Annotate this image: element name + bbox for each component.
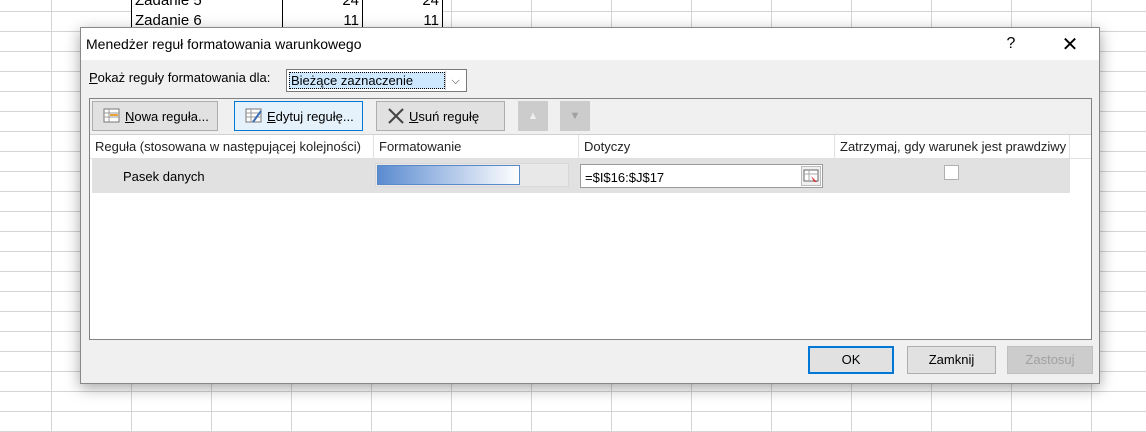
edit-rule-label: Edytuj regułę... [267, 109, 354, 124]
new-rule-icon [103, 107, 121, 125]
column-header-rule[interactable]: Reguła (stosowana w następującej kolejno… [90, 135, 373, 158]
dialog-titlebar[interactable]: Menedżer reguł formatowania warunkowego … [81, 28, 1099, 60]
show-rules-accel: P [89, 70, 98, 85]
delete-rule-button[interactable]: Usuń regułę [376, 101, 505, 131]
new-rule-text: owa reguła... [134, 108, 209, 124]
rule-row[interactable]: Pasek danych [92, 159, 1070, 193]
edit-rule-text: dytuj regułę... [275, 108, 354, 124]
column-header-applies-to[interactable]: Dotyczy [579, 135, 834, 158]
edit-rule-accel: E [267, 108, 276, 124]
show-rules-selected-value: Bieżące zaznaczenie [289, 72, 445, 89]
delete-rule-text: suń regułę [418, 108, 480, 124]
rules-toolbar: Nowa reguła... Edytuj regułę... Usuń reg… [90, 99, 1091, 135]
column-header-stop-if-true[interactable]: Zatrzymaj, gdy warunek jest prawdziwy [835, 135, 1070, 158]
delete-x-icon [387, 107, 405, 125]
new-rule-label: Nowa reguła... [125, 109, 209, 124]
new-rule-accel: N [125, 108, 135, 124]
format-preview [375, 163, 569, 187]
conditional-formatting-rules-manager-dialog: Menedżer reguł formatowania warunkowego … [80, 27, 1100, 384]
data-bar-preview [377, 165, 520, 185]
help-button[interactable]: ? [991, 30, 1031, 58]
column-divider[interactable] [1069, 135, 1070, 158]
move-down-icon[interactable]: ▼ [560, 101, 590, 131]
cell-task-5-label[interactable]: Zadanie 5 [131, 0, 283, 11]
delete-rule-accel: U [409, 108, 419, 124]
move-up-icon[interactable]: ▲ [518, 101, 548, 131]
apply-button[interactable]: Zastosuj [1007, 346, 1093, 374]
edit-rule-button[interactable]: Edytuj regułę... [234, 101, 363, 131]
show-rules-label-text: okaż reguły formatowania dla: [97, 70, 271, 85]
delete-rule-label: Usuń regułę [409, 109, 479, 124]
show-rules-for-dropdown[interactable]: Bieżące zaznaczenie ⌵ [286, 69, 467, 92]
cell-task-5-value-1[interactable]: 24 [282, 0, 363, 11]
rules-table-header: Reguła (stosowana w następującej kolejno… [90, 135, 1091, 159]
show-rules-for-label: Pokaż reguły formatowania dla: [89, 70, 270, 85]
new-rule-button[interactable]: Nowa reguła... [92, 101, 218, 131]
chevron-down-icon[interactable]: ⌵ [445, 71, 465, 90]
range-select-icon[interactable] [801, 166, 821, 186]
applies-to-input[interactable] [581, 165, 803, 189]
edit-rule-icon [245, 107, 263, 125]
column-header-format[interactable]: Formatowanie [374, 135, 578, 158]
rules-panel: Nowa reguła... Edytuj regułę... Usuń reg… [89, 98, 1092, 340]
rule-name: Pasek danych [123, 169, 205, 184]
stop-if-true-checkbox[interactable] [944, 165, 959, 180]
ok-button[interactable]: OK [808, 346, 894, 374]
applies-to-field[interactable] [580, 164, 823, 189]
close-button[interactable]: Zamknij [907, 346, 996, 374]
cell-task-5-value-2[interactable]: 24 [362, 0, 443, 11]
dialog-title: Menedżer reguł formatowania warunkowego [86, 36, 362, 52]
close-icon[interactable]: ✕ [1047, 30, 1093, 58]
